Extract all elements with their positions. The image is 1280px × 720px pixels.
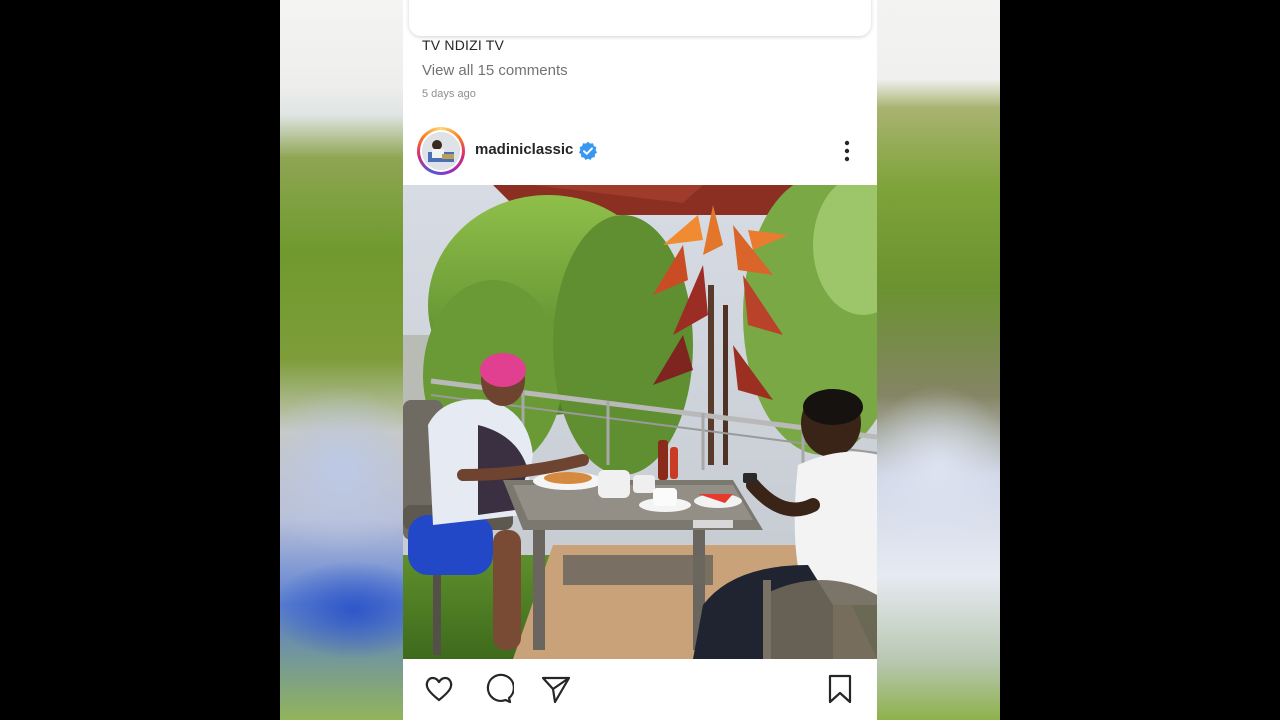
previous-post-card (409, 0, 871, 36)
heart-icon[interactable] (423, 673, 455, 705)
post-action-bar (403, 659, 877, 720)
bookmark-icon[interactable] (824, 673, 856, 705)
blurred-backdrop-left (280, 0, 403, 720)
instagram-feed: TV NDIZI TV View all 15 comments 5 days … (403, 0, 877, 720)
more-options-icon[interactable] (835, 138, 859, 164)
view-comments-link[interactable]: View all 15 comments (422, 62, 568, 79)
post-header: madiniclassic (403, 124, 877, 178)
post-image[interactable] (403, 185, 877, 659)
verified-badge-icon (579, 141, 597, 160)
send-icon[interactable] (540, 673, 572, 705)
previous-post-caption: TV NDIZI TV (422, 37, 505, 53)
blurred-backdrop-right (877, 0, 1000, 720)
avatar[interactable] (417, 127, 465, 175)
post-timestamp: 5 days ago (422, 88, 476, 100)
comment-icon[interactable] (482, 673, 514, 705)
post-username[interactable]: madiniclassic (475, 141, 573, 158)
